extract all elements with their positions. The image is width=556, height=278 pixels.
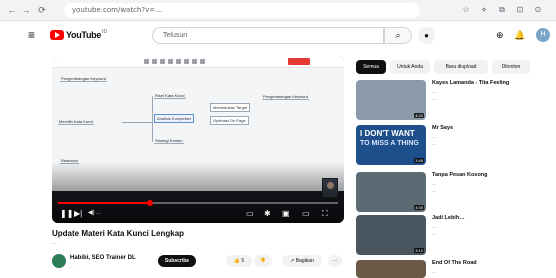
volume-icon[interactable]: ◀) bbox=[88, 209, 95, 218]
miniplayer-icon[interactable]: ▣ bbox=[282, 209, 290, 218]
logo-text: YouTube bbox=[66, 30, 102, 40]
subscribe-button[interactable]: Subscribe bbox=[158, 255, 196, 267]
recommendation-title[interactable]: Kayes Lamanda - Tita Feeling bbox=[432, 80, 552, 87]
bell-icon[interactable]: 🔔 bbox=[514, 29, 525, 41]
progress-bar[interactable] bbox=[58, 200, 338, 206]
next-icon[interactable]: ▶| bbox=[74, 209, 82, 218]
thumbs-down-icon: 👎 bbox=[259, 258, 267, 264]
pause-icon[interactable]: ❚❚ bbox=[60, 209, 73, 218]
mindmap-node: Strategi Konten bbox=[154, 138, 184, 144]
recommendation-channel[interactable]: … bbox=[432, 224, 552, 230]
recommendation-item[interactable]: 4:05 Tanpa Pesan Kosong … … bbox=[356, 172, 552, 212]
youtube-header: ≡ YouTube ID Telusuri ⌕ ● ⊕ 🔔 H bbox=[0, 21, 556, 49]
mindmap-node: Optimasi On Page bbox=[210, 116, 249, 125]
browser-toolbar: ← → ⟳ youtube.com/watch?v=… ☆ ⋄ ⧉ ⊡ ⊙ bbox=[0, 0, 556, 21]
video-thumbnail[interactable] bbox=[356, 260, 426, 278]
recommendation-title[interactable]: Jadi Lebih… bbox=[432, 215, 552, 222]
video-thumbnail[interactable]: I DON'T WANT TO MISS A THING 3:48 bbox=[356, 125, 426, 165]
profile-icon[interactable]: ⊙ bbox=[532, 4, 544, 16]
video-subline[interactable]: … bbox=[52, 240, 57, 246]
search-button[interactable]: ⌕ bbox=[384, 27, 412, 44]
voice-search-button[interactable]: ● bbox=[418, 27, 435, 44]
dislike-button[interactable]: 👎 bbox=[254, 255, 272, 267]
channel-subscriber-count: … bbox=[70, 264, 74, 269]
mindmap-node: Pengembangan Keyword bbox=[262, 94, 309, 100]
channel-name[interactable]: Habibi, SEO Trainer DL bbox=[70, 255, 136, 262]
search-icon: ⌕ bbox=[395, 30, 401, 40]
reload-icon[interactable]: ⟳ bbox=[36, 4, 48, 16]
sidepanel-icon[interactable]: ⊡ bbox=[514, 4, 526, 16]
mindmap-node: Analisis Kompetitor bbox=[154, 114, 195, 123]
mindmap-node: Pengembangan Keyword bbox=[60, 76, 107, 82]
video-duration: 4:05 bbox=[414, 205, 424, 210]
mindmap-node: Riset Kata Kunci bbox=[154, 93, 186, 99]
recommendation-item[interactable]: 3:10 Jadi Lebih… … … bbox=[356, 215, 552, 255]
channel-avatar[interactable] bbox=[52, 254, 66, 268]
like-button[interactable]: 👍 5 bbox=[226, 255, 252, 267]
address-bar[interactable]: youtube.com/watch?v=… bbox=[64, 3, 420, 18]
video-thumbnail[interactable]: 3:10 bbox=[356, 215, 426, 255]
recommendation-channel[interactable]: … bbox=[432, 134, 552, 140]
video-thumbnail[interactable]: 4:05 bbox=[356, 172, 426, 212]
thumbnail-caption: I DON'T WANT bbox=[360, 129, 415, 138]
back-icon[interactable]: ← bbox=[6, 4, 18, 16]
more-icon: ⋯ bbox=[332, 258, 338, 264]
extension-icon[interactable]: ⋄ bbox=[478, 4, 490, 16]
tab-icon[interactable]: ⧉ bbox=[496, 4, 508, 16]
recording-badge bbox=[288, 58, 310, 65]
recommendation-channel[interactable]: … bbox=[432, 181, 552, 187]
recommendation-views: … bbox=[432, 96, 437, 101]
recommendation-title[interactable]: End Of The Road bbox=[432, 260, 552, 267]
video-thumbnail[interactable]: 4:22 bbox=[356, 80, 426, 120]
theater-icon[interactable]: ▭ bbox=[302, 209, 310, 218]
recommendation-item[interactable]: I DON'T WANT TO MISS A THING 3:48 Mr Say… bbox=[356, 125, 552, 165]
video-duration: 3:10 bbox=[414, 248, 424, 253]
play-logo-icon bbox=[50, 30, 64, 40]
chip-recently-uploaded[interactable]: Baru diupload bbox=[434, 60, 488, 74]
mic-icon: ● bbox=[424, 31, 429, 40]
recommendation-views: … bbox=[432, 188, 437, 193]
avatar[interactable]: H bbox=[536, 28, 550, 42]
mindmap-toolbar bbox=[52, 56, 344, 68]
time-display: … bbox=[96, 210, 101, 216]
mindmap-node: Memilih Kata Kunci bbox=[58, 119, 95, 125]
create-icon[interactable]: ⊕ bbox=[496, 29, 504, 41]
recommendation-channel[interactable]: … bbox=[432, 89, 552, 95]
fullscreen-icon[interactable]: ⛶ bbox=[322, 209, 328, 218]
chip-for-you[interactable]: Untuk Anda bbox=[390, 60, 430, 74]
mindmap-node: Menentukan Target bbox=[210, 103, 251, 112]
video-player[interactable]: Pengembangan Keyword Memilih Kata Kunci … bbox=[52, 56, 344, 223]
forward-icon[interactable]: → bbox=[20, 4, 32, 16]
chip-watched[interactable]: Ditonton bbox=[492, 60, 530, 74]
recommendation-title[interactable]: Mr Says bbox=[432, 125, 552, 132]
share-button[interactable]: ↗ Bagikan bbox=[282, 255, 322, 267]
recommendation-views: … bbox=[432, 141, 437, 146]
more-actions-button[interactable]: ⋯ bbox=[328, 255, 342, 267]
recommendation-item[interactable]: 4:22 Kayes Lamanda - Tita Feeling … … bbox=[356, 80, 552, 120]
recommendation-channel[interactable]: … bbox=[432, 269, 552, 275]
bookmark-icon[interactable]: ☆ bbox=[460, 4, 472, 16]
video-duration: 4:22 bbox=[414, 113, 424, 118]
logo-country: ID bbox=[102, 29, 108, 35]
subtitles-icon[interactable]: ▭ bbox=[246, 209, 254, 218]
settings-icon[interactable]: ✱ bbox=[264, 209, 271, 218]
search-input[interactable]: Telusuri bbox=[152, 27, 384, 44]
recommendation-item[interactable]: End Of The Road … bbox=[356, 260, 552, 278]
youtube-logo[interactable]: YouTube ID bbox=[50, 29, 107, 41]
chip-all[interactable]: Semua bbox=[356, 60, 386, 74]
video-title: Update Materi Kata Kunci Lengkap bbox=[52, 229, 185, 238]
progress-played bbox=[58, 202, 151, 204]
filter-chips: Semua Untuk Anda Baru diupload Ditonton bbox=[356, 60, 556, 74]
menu-icon[interactable]: ≡ bbox=[28, 28, 35, 42]
recommendation-views: … bbox=[432, 231, 437, 236]
thumbnail-caption: TO MISS A THING bbox=[360, 140, 419, 147]
video-duration: 3:48 bbox=[414, 158, 424, 163]
recommendation-title[interactable]: Tanpa Pesan Kosong bbox=[432, 172, 552, 179]
